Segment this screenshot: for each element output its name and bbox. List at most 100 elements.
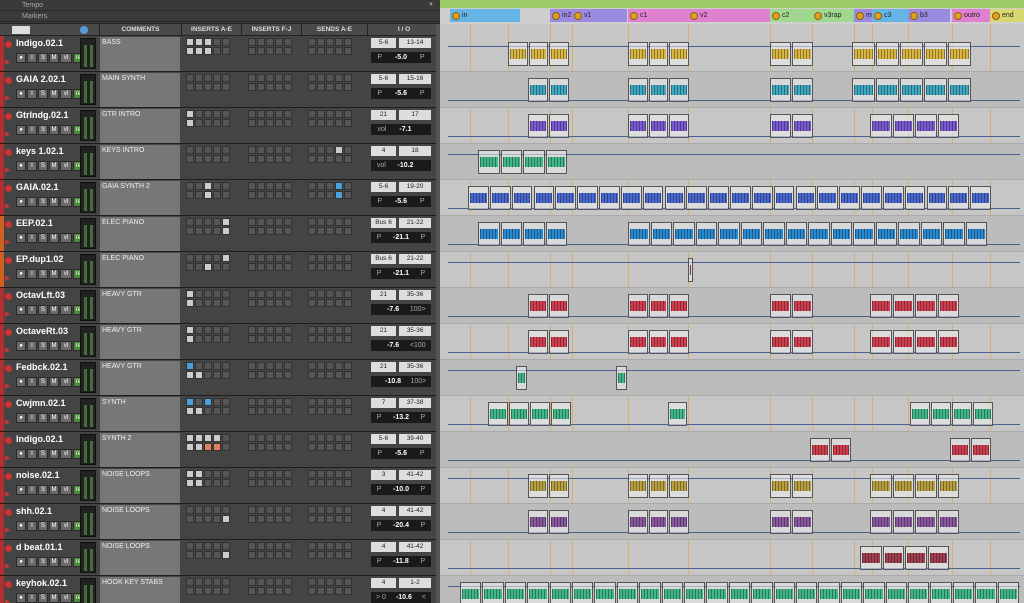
insert-slot[interactable] <box>186 146 194 154</box>
playlist-triangle-icon[interactable]: ▶ <box>5 202 10 210</box>
insert-slot[interactable] <box>266 371 274 379</box>
audio-clip[interactable] <box>853 222 875 246</box>
audio-clip[interactable] <box>730 186 751 210</box>
marker-4[interactable]: v2 <box>688 9 770 22</box>
solo-button[interactable]: S <box>38 593 48 603</box>
input-selector[interactable]: 4 <box>371 146 396 156</box>
audio-clip[interactable] <box>863 582 885 603</box>
volume-value[interactable]: -5.6 <box>395 450 407 457</box>
send-slot[interactable] <box>308 479 316 487</box>
send-slot[interactable] <box>344 110 352 118</box>
audio-clip[interactable] <box>688 258 693 282</box>
audio-clip[interactable] <box>937 474 959 498</box>
insert-slot[interactable] <box>213 398 221 406</box>
volume-pan[interactable]: -7.6 <100 <box>371 340 431 351</box>
send-slot[interactable] <box>344 335 352 343</box>
insert-slot[interactable] <box>257 227 265 235</box>
insert-slot[interactable] <box>195 254 203 262</box>
volume-value[interactable]: -10.8 <box>385 378 401 385</box>
send-slot[interactable] <box>326 155 334 163</box>
record-enable-icon[interactable] <box>5 41 12 48</box>
audio-clip[interactable] <box>904 186 926 210</box>
audio-clip[interactable] <box>511 186 533 210</box>
insert-slot[interactable] <box>186 506 194 514</box>
input-button[interactable]: I <box>27 125 37 135</box>
insert-slot[interactable] <box>248 515 256 523</box>
insert-slot[interactable] <box>186 290 194 298</box>
input-selector[interactable]: 4 <box>371 506 396 516</box>
send-slot[interactable] <box>308 119 316 127</box>
input-selector[interactable]: Bus 6 <box>371 254 396 264</box>
insert-slot[interactable] <box>275 326 283 334</box>
solo-button[interactable]: S <box>38 413 48 423</box>
audio-clip[interactable] <box>706 582 728 603</box>
send-slot[interactable] <box>308 398 316 406</box>
audio-clip[interactable] <box>950 438 970 462</box>
send-slot[interactable] <box>308 470 316 478</box>
audio-clip[interactable] <box>650 222 672 246</box>
track-comment[interactable]: HOOK KEY STABS <box>100 577 180 603</box>
rec-button[interactable]: ● <box>16 305 26 315</box>
input-button[interactable]: I <box>27 377 37 387</box>
solo-button[interactable]: S <box>38 89 48 99</box>
audio-clip[interactable] <box>648 42 669 66</box>
insert-slot[interactable] <box>257 587 265 595</box>
playlist-triangle-icon[interactable]: ▶ <box>5 166 10 174</box>
insert-slot[interactable] <box>186 587 194 595</box>
insert-slot[interactable] <box>204 263 212 271</box>
send-slot[interactable] <box>335 515 343 523</box>
insert-slot[interactable] <box>222 335 230 343</box>
track-comment[interactable]: KEYS INTRO <box>100 145 180 179</box>
insert-slot[interactable] <box>284 290 292 298</box>
audio-clip[interactable] <box>792 510 813 534</box>
insert-slot[interactable] <box>213 587 221 595</box>
insert-slot[interactable] <box>186 578 194 586</box>
send-slot[interactable] <box>326 290 334 298</box>
rec-button[interactable]: ● <box>16 557 26 567</box>
audio-clip[interactable] <box>952 582 975 603</box>
audio-clip[interactable] <box>516 366 527 390</box>
insert-slot[interactable] <box>204 371 212 379</box>
insert-slot[interactable] <box>266 74 274 82</box>
insert-slot[interactable] <box>275 254 283 262</box>
audio-clip[interactable] <box>915 330 937 354</box>
audio-clip[interactable] <box>549 42 569 66</box>
insert-slot[interactable] <box>195 182 203 190</box>
send-slot[interactable] <box>344 227 352 235</box>
insert-slot[interactable] <box>248 578 256 586</box>
insert-slot[interactable] <box>204 74 212 82</box>
audio-clip[interactable] <box>528 42 549 66</box>
insert-slot[interactable] <box>222 290 230 298</box>
mute-button[interactable]: M <box>49 413 59 423</box>
send-slot[interactable] <box>326 326 334 334</box>
track-comment[interactable]: GAIA SYNTH 2 <box>100 181 180 215</box>
record-enable-icon[interactable] <box>5 473 12 480</box>
volume-pan[interactable]: P -5.0 P <box>371 52 431 63</box>
output-selector[interactable]: 35-36 <box>399 326 431 336</box>
track-row[interactable]: ▶ Indigo.02.1 ● I S Mvl rel SYNTH 2 5-6 39-40 P -5.… <box>0 432 440 468</box>
rec-button[interactable]: ● <box>16 89 26 99</box>
send-slot[interactable] <box>344 443 352 451</box>
audio-clip[interactable] <box>885 582 907 603</box>
send-slot[interactable] <box>308 110 316 118</box>
send-slot[interactable] <box>344 299 352 307</box>
input-button[interactable]: I <box>27 89 37 99</box>
mute-button[interactable]: M <box>49 89 59 99</box>
insert-slot[interactable] <box>213 290 221 298</box>
insert-slot[interactable] <box>222 506 230 514</box>
track-name[interactable]: Cwjmn.02.1 <box>16 398 74 410</box>
insert-slot[interactable] <box>248 218 256 226</box>
insert-slot[interactable] <box>222 110 230 118</box>
input-button[interactable]: I <box>27 557 37 567</box>
audio-clip[interactable] <box>708 186 729 210</box>
playlist-triangle-icon[interactable]: ▶ <box>5 130 10 138</box>
insert-slot[interactable] <box>266 182 274 190</box>
insert-slot[interactable] <box>204 443 212 451</box>
send-slot[interactable] <box>335 542 343 550</box>
track-lane[interactable] <box>440 360 1024 396</box>
track-comment[interactable]: HEAVY GTR <box>100 361 180 395</box>
send-slot[interactable] <box>308 227 316 235</box>
audio-clip[interactable] <box>900 42 923 66</box>
output-selector[interactable]: 41-42 <box>399 542 431 552</box>
insert-slot[interactable] <box>195 398 203 406</box>
